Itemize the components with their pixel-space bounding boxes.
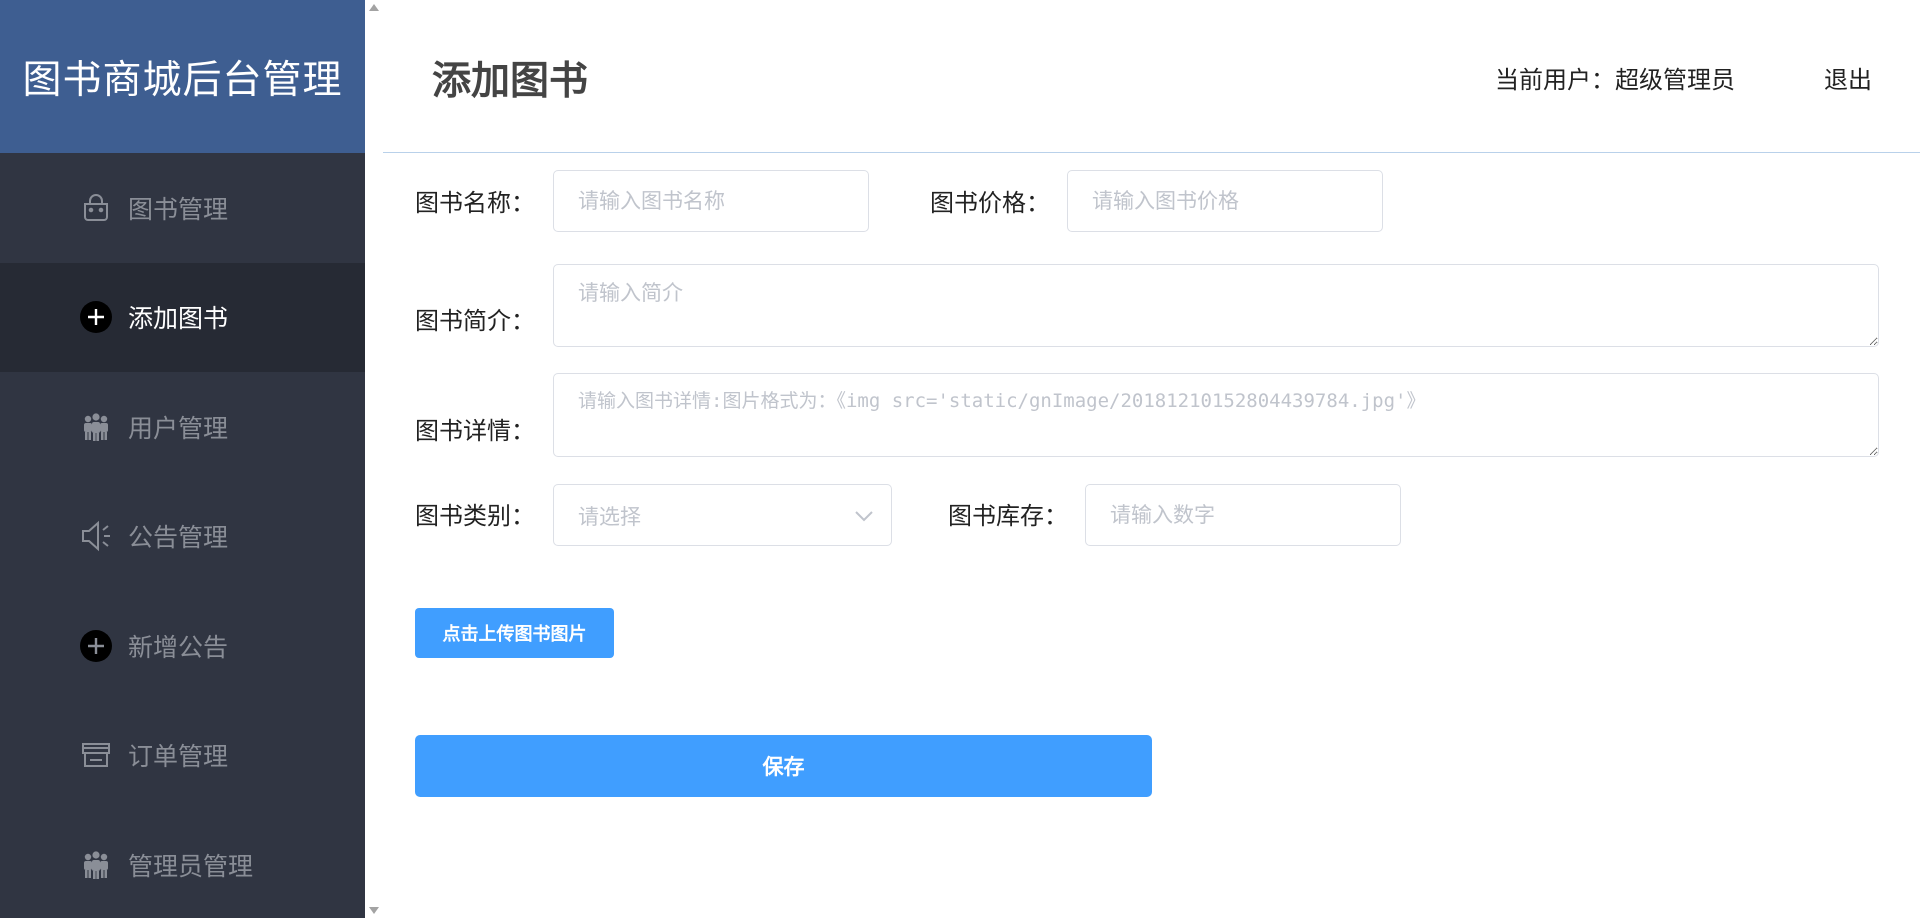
book-detail-textarea[interactable] xyxy=(553,373,1879,457)
book-detail-label: 图书详情： xyxy=(415,417,535,445)
book-stock-input[interactable] xyxy=(1085,484,1401,546)
sidebar-scrollbar[interactable] xyxy=(365,0,383,918)
sidebar-item-user-management[interactable]: 用户管理 xyxy=(0,372,365,482)
scroll-up-arrow-icon[interactable] xyxy=(369,4,379,11)
sidebar-item-label: 用户管理 xyxy=(128,413,229,443)
sidebar-item-label: 新增公告 xyxy=(128,632,229,662)
plus-circle-icon xyxy=(78,628,114,664)
book-intro-label: 图书简介： xyxy=(415,307,535,335)
page-title: 添加图书 xyxy=(432,59,589,104)
megaphone-icon xyxy=(78,518,114,554)
upload-book-image-button[interactable]: 点击上传图书图片 xyxy=(415,608,614,658)
sidebar: 图书商城后台管理 图书管理 添加图书 用户管理 公告管理 新增公告 订单管理 管… xyxy=(0,0,365,918)
logout-link[interactable]: 退出 xyxy=(1824,60,1872,95)
sidebar-item-admin-management[interactable]: 管理员管理 xyxy=(0,810,365,920)
scroll-down-arrow-icon[interactable] xyxy=(369,907,379,914)
sidebar-item-label: 添加图书 xyxy=(128,304,229,334)
book-name-input[interactable] xyxy=(553,170,869,232)
sidebar-item-add-book[interactable]: 添加图书 xyxy=(0,262,365,372)
select-placeholder: 请选择 xyxy=(578,505,641,529)
sidebar-item-order-management[interactable]: 订单管理 xyxy=(0,701,365,811)
sidebar-item-label: 公告管理 xyxy=(128,523,229,553)
chevron-down-icon xyxy=(855,507,873,526)
plus-circle-icon xyxy=(78,299,114,335)
users-icon xyxy=(78,847,114,883)
brand-title: 图书商城后台管理 xyxy=(0,0,365,153)
book-name-label: 图书名称： xyxy=(415,189,535,217)
sidebar-item-notice-management[interactable]: 公告管理 xyxy=(0,482,365,592)
book-intro-textarea[interactable] xyxy=(553,264,1879,347)
book-price-input[interactable] xyxy=(1067,170,1383,232)
book-stock-label: 图书库存： xyxy=(948,502,1068,530)
current-user-label: 当前用户：超级管理员 xyxy=(1495,66,1735,94)
book-category-label: 图书类别： xyxy=(415,502,535,530)
sidebar-item-add-notice[interactable]: 新增公告 xyxy=(0,591,365,701)
sidebar-item-label: 管理员管理 xyxy=(128,851,254,881)
sidebar-item-label: 图书管理 xyxy=(128,194,229,224)
shopping-bag-icon xyxy=(78,190,114,226)
store-icon xyxy=(78,737,114,773)
users-icon xyxy=(78,409,114,445)
book-price-label: 图书价格： xyxy=(930,189,1050,217)
book-category-select[interactable]: 请选择 xyxy=(553,484,892,546)
save-button[interactable]: 保存 xyxy=(415,735,1152,797)
header: 添加图书 当前用户：超级管理员 退出 xyxy=(383,0,1920,153)
sidebar-item-label: 订单管理 xyxy=(128,742,229,772)
sidebar-item-book-management[interactable]: 图书管理 xyxy=(0,153,365,263)
